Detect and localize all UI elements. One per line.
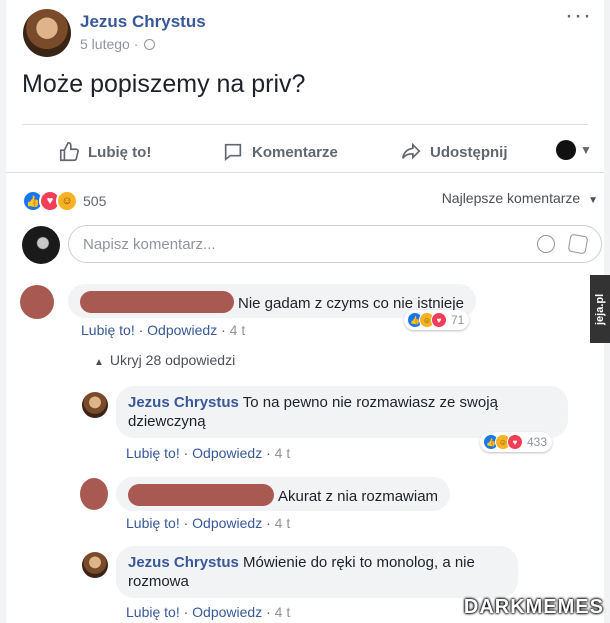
current-user-avatar xyxy=(22,226,60,264)
post-author[interactable]: Jezus Chrystus xyxy=(80,12,206,32)
author-avatar[interactable] xyxy=(23,9,71,57)
sort-label: Najlepsze komentarze xyxy=(441,190,581,206)
reaction-count: 505 xyxy=(83,193,107,209)
divider xyxy=(22,124,588,125)
globe-icon xyxy=(144,39,156,50)
reaction-summary[interactable]: 👍 ♥ ☺ 505 xyxy=(22,190,106,212)
darkmemes-watermark: DARKMEMES xyxy=(463,596,604,618)
redacted-avatar xyxy=(20,285,54,319)
comment-sort-dropdown[interactable]: Najlepsze komentarze ▼ xyxy=(442,190,598,206)
reply-reply-link[interactable]: Odpowiedz xyxy=(192,604,262,620)
reply-reply-link[interactable]: Odpowiedz xyxy=(192,515,262,531)
love-reaction-icon: ♥ xyxy=(431,312,447,328)
reply-like-link[interactable]: Lubię to! xyxy=(126,515,180,531)
comment-icon xyxy=(224,143,242,162)
chevron-down-icon[interactable]: ▼ xyxy=(580,143,592,157)
hide-replies-label: Ukryj 28 odpowiedzi xyxy=(109,352,236,368)
share-label: Udostępnij xyxy=(430,143,508,161)
comment-time[interactable]: 4 t xyxy=(230,322,246,338)
reply-text: Akurat z nia rozmawiam xyxy=(278,488,439,505)
reply-actions: Lubię to! · Odpowiedz · 4 t xyxy=(126,445,291,461)
comment-label: Komentarze xyxy=(252,143,338,161)
reply-bubble: Jezus Chrystus Mówienie do ręki to monol… xyxy=(116,546,518,598)
emoji-icon[interactable] xyxy=(537,235,555,253)
comment-reactions[interactable]: 👍 ☺ ♥ 71 xyxy=(404,310,470,330)
share-as-avatar[interactable] xyxy=(556,140,576,160)
like-button[interactable]: Lubię to! xyxy=(58,141,151,163)
post-date[interactable]: 5 lutego xyxy=(80,36,130,52)
share-button[interactable]: Udostępnij xyxy=(400,141,508,163)
reply-bubble: Akurat z nia rozmawiam xyxy=(116,477,451,511)
reply-avatar[interactable] xyxy=(82,392,108,418)
like-label: Lubię to! xyxy=(88,143,152,161)
post-text: Może popiszemy na priv? xyxy=(22,70,306,98)
thumbs-up-icon xyxy=(59,142,79,162)
reply-reactions[interactable]: 👍 ☺ ♥ 433 xyxy=(480,432,553,452)
redacted-name xyxy=(80,291,234,313)
reply-like-link[interactable]: Lubię to! xyxy=(126,445,180,461)
reply-actions: Lubię to! · Odpowiedz · 4 t xyxy=(126,604,291,620)
reply-avatar[interactable] xyxy=(82,552,108,578)
hide-replies-button[interactable]: ▲ Ukryj 28 odpowiedzi xyxy=(94,352,235,368)
reaction-count: 433 xyxy=(527,435,548,449)
reply-time[interactable]: 4 t xyxy=(275,604,291,620)
reply-bubble: Jezus Chrystus To na pewno nie rozmawias… xyxy=(116,386,568,438)
reply-author[interactable]: Jezus Chrystus xyxy=(128,554,239,571)
redacted-avatar xyxy=(80,478,108,510)
reply-actions: Lubię to! · Odpowiedz · 4 t xyxy=(126,515,291,531)
share-icon xyxy=(401,142,421,160)
comment-placeholder: Napisz komentarz... xyxy=(83,236,216,253)
reply-time[interactable]: 4 t xyxy=(275,445,291,461)
reply-reply-link[interactable]: Odpowiedz xyxy=(192,445,262,461)
comment-button[interactable]: Komentarze xyxy=(222,141,338,163)
haha-reaction-icon: ☺ xyxy=(56,190,78,212)
reply-author[interactable]: Jezus Chrystus xyxy=(128,394,239,411)
sticker-icon[interactable] xyxy=(567,233,589,255)
redacted-name xyxy=(128,484,274,506)
post-meta: 5 lutego · xyxy=(80,36,156,52)
reply-time[interactable]: 4 t xyxy=(275,515,291,531)
chevron-up-icon: ▲ xyxy=(94,357,104,368)
comment-reply-link[interactable]: Odpowiedz xyxy=(147,322,217,338)
comment-like-link[interactable]: Lubię to! xyxy=(81,322,135,338)
jeja-watermark: jeja.pl xyxy=(590,275,610,343)
reaction-count: 71 xyxy=(451,313,465,327)
caret-down-icon: ▼ xyxy=(588,195,598,206)
comment-input[interactable]: Napisz komentarz... xyxy=(68,225,602,263)
post-menu-button[interactable]: ··· xyxy=(565,2,592,30)
reply-like-link[interactable]: Lubię to! xyxy=(126,604,180,620)
comment-actions: Lubię to! · Odpowiedz · 4 t xyxy=(81,322,246,338)
love-reaction-icon: ♥ xyxy=(507,434,523,450)
